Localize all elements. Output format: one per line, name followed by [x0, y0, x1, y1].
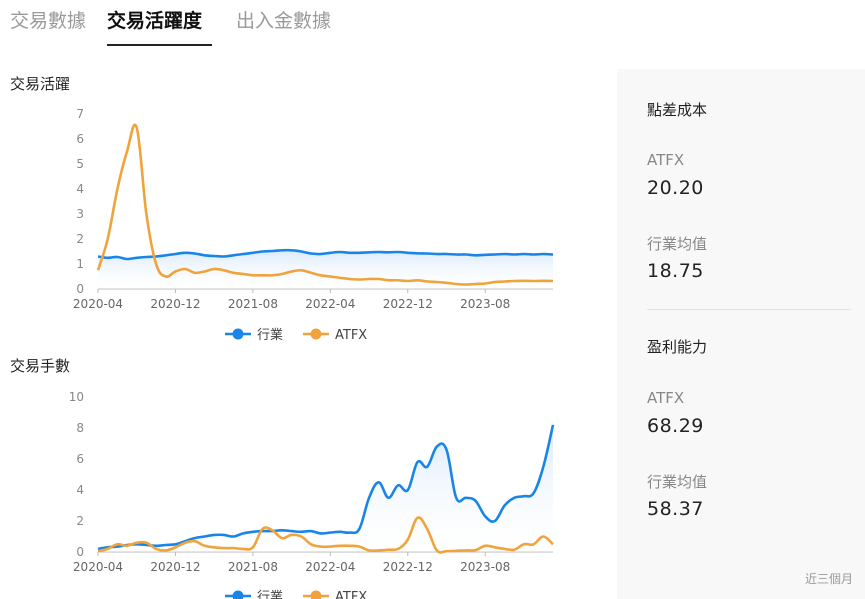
y-tick-label: 8 [76, 421, 84, 435]
y-tick-label: 10 [69, 390, 84, 404]
x-tick-label: 2020-04 [73, 297, 123, 311]
activity-section-title: 交易活躍 [10, 75, 71, 93]
y-tick-label: 6 [76, 452, 84, 466]
x-tick-label: 2023-08 [460, 297, 510, 311]
lots-chart: 0 2 4 6 8 10 2020-04 2020-12 2021-08 2022-04 2022-… [69, 390, 555, 599]
profit-industry-value: 58.37 [647, 498, 704, 520]
y-tick-label: 0 [76, 282, 84, 296]
y-tick-label: 4 [76, 483, 84, 497]
x-tick-label: 2021-08 [228, 297, 278, 311]
y-tick-label: 7 [76, 107, 84, 121]
period-footnote: 近三個月 [804, 572, 853, 586]
y-tick-label: 0 [76, 545, 84, 559]
y-tick-label: 2 [76, 232, 84, 246]
legend-atfx-label: ATFX [335, 590, 367, 599]
y-tick-label: 4 [76, 182, 84, 196]
y-tick-label: 3 [76, 207, 84, 221]
y-tick-label: 5 [76, 157, 84, 171]
x-tick-label: 2020-12 [150, 560, 200, 574]
tab-trading-data[interactable]: 交易數據 [10, 6, 86, 33]
legend-industry-marker [232, 328, 244, 340]
profit-atfx-value: 68.29 [647, 415, 704, 437]
panel-divider [647, 309, 851, 310]
legend-industry-label: 行業 [257, 327, 283, 343]
x-tick-label: 2020-12 [150, 297, 200, 311]
legend-atfx-label: ATFX [335, 328, 367, 343]
x-tick-label: 2022-12 [383, 297, 433, 311]
tab-deposit-withdrawal[interactable]: 出入金數據 [236, 6, 331, 33]
x-tick-label: 2022-04 [305, 560, 355, 574]
metrics-panel: 點差成本 ATFX 20.20 行業均值 18.75 盈利能力 ATFX 68.… [617, 69, 865, 599]
x-tick-label: 2023-08 [460, 560, 510, 574]
profit-atfx-label: ATFX [647, 389, 685, 407]
x-tick-label: 2020-04 [73, 560, 123, 574]
profitability-title: 盈利能力 [647, 338, 708, 356]
lots-section-title: 交易手數 [10, 357, 71, 375]
legend-industry-label: 行業 [257, 589, 283, 599]
y-tick-label: 1 [76, 257, 84, 271]
y-tick-label: 2 [76, 514, 84, 528]
x-tick-label: 2022-12 [383, 560, 433, 574]
legend-atfx-marker [310, 590, 322, 599]
spread-industry-value: 18.75 [647, 260, 704, 282]
profit-industry-label: 行業均值 [647, 473, 708, 491]
spread-cost-title: 點差成本 [647, 101, 708, 119]
spread-industry-label: 行業均值 [647, 235, 708, 253]
x-tick-label: 2021-08 [228, 560, 278, 574]
tab-bar: 交易數據 交易活躍度 出入金數據 [0, 0, 600, 46]
active-tab-underline [107, 44, 212, 46]
spread-atfx-label: ATFX [647, 151, 685, 169]
spread-atfx-value: 20.20 [647, 177, 704, 199]
y-tick-label: 6 [76, 132, 84, 146]
legend-atfx-marker [310, 328, 322, 340]
x-tick-label: 2022-04 [305, 297, 355, 311]
tab-trading-activity[interactable]: 交易活躍度 [107, 6, 202, 33]
activity-chart: 0 1 2 3 4 5 6 7 2020-04 2020-12 2021-08 2022-04 2022… [73, 107, 554, 343]
legend-industry-marker [232, 590, 244, 599]
